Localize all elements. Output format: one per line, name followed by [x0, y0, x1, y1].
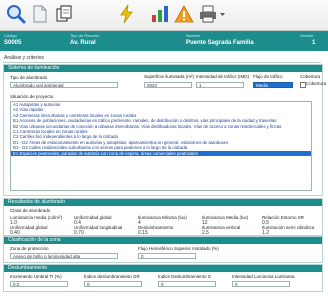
- situation-listbox[interactable]: A1 Autopistas y autovías A2 Vías rápidas…: [10, 101, 312, 191]
- glare-label: Intensidad Luminosa Luminaria: [232, 274, 295, 279]
- panel-title: Clasificación de la zona: [4, 237, 322, 244]
- traffic-flow-select[interactable]: Medio: [253, 82, 293, 88]
- zone-panel: Clasificación de la zona Zona de protecc…: [3, 236, 323, 263]
- surface-input[interactable]: 0020: [144, 82, 192, 88]
- traffic-intensity-input[interactable]: 1: [196, 82, 244, 88]
- lightning-icon[interactable]: [117, 4, 137, 24]
- situation-label: Situación de proyecto: [10, 94, 54, 99]
- upward-flux-input[interactable]: 0: [138, 253, 196, 259]
- traffic-flow-value: Medio: [256, 83, 269, 88]
- surface-label: Superficie iluminada (m²): [144, 74, 195, 79]
- coverage-checkbox-label: Cobertura: [306, 81, 327, 86]
- lighting-system-panel: Sistema de iluminación Tipo de alumbrado…: [3, 64, 327, 196]
- glare-panel: Deslumbramiento Incremento Umbral TI (%)…: [3, 264, 323, 292]
- traffic-intensity-label: Intensidad de tráfico (IMD): [196, 74, 250, 79]
- glare-label: Índice Deslumbramiento G: [158, 274, 212, 279]
- result-label: Iluminancia Media (lux): [202, 215, 249, 220]
- surface-value: 0020: [147, 83, 158, 88]
- name-value: Puente Sagrada Familia: [186, 40, 254, 46]
- protection-zone-label: Zona de protección: [10, 246, 49, 251]
- traffic-intensity-value: 1: [199, 83, 202, 88]
- glare-value: 0.2: [13, 282, 20, 287]
- name-label: Nombre: [186, 33, 201, 38]
- lighting-type-select[interactable]: Alumbrado vial ambiental: [10, 82, 118, 88]
- toolbar: [0, 0, 328, 31]
- version-value: 1: [312, 40, 316, 46]
- printer-icon[interactable]: [198, 4, 218, 24]
- traffic-flow-label: Flujo de tráfico: [253, 74, 283, 79]
- result-label: Iluminancia Mínima (lux): [138, 215, 187, 220]
- list-item-selected[interactable]: E1 Espacios peatonales, paradas de autob…: [11, 150, 311, 156]
- panel-title: Deslumbramiento: [4, 265, 322, 272]
- code-label: Código: [4, 33, 17, 38]
- protection-zone-select[interactable]: Anexo de brillo o luminosidad alta: [10, 253, 118, 259]
- breadcrumb[interactable]: Análisis y criterios: [4, 55, 44, 61]
- glare-input[interactable]: 0: [158, 281, 216, 287]
- lighting-type-label: Tipo de alumbrado: [10, 75, 48, 80]
- protection-zone-value: Anexo de brillo o luminosidad alta: [13, 254, 81, 259]
- glare-input[interactable]: 0: [84, 281, 142, 287]
- type-value: Av. Rural: [70, 40, 96, 46]
- glare-label: Índice deslumbramiento GR: [84, 274, 140, 279]
- chart-icon[interactable]: [150, 4, 170, 24]
- glare-input[interactable]: 0.2: [10, 281, 68, 287]
- glare-label: Incremento Umbral TI (%): [10, 274, 62, 279]
- warning-icon[interactable]: [174, 4, 194, 24]
- chevron-down-icon[interactable]: [220, 12, 225, 16]
- result-label: Luminancia media (cd/m²): [10, 215, 63, 220]
- lighting-class-label: Clase de alumbrado: [10, 208, 51, 213]
- glare-value: 0: [161, 282, 164, 287]
- panel-title: Resultados de alumbrado: [4, 199, 322, 206]
- copy-icon[interactable]: [54, 4, 74, 24]
- document-icon[interactable]: [30, 4, 50, 24]
- upward-flux-label: Flujo Hemisférico Superior Instalado (%): [138, 246, 219, 251]
- search-icon[interactable]: [6, 4, 26, 24]
- coverage-label: Cobertura: [300, 74, 321, 79]
- list-item[interactable]: B1 Accesos de poblaciones, ciudadanías e…: [11, 118, 311, 123]
- code-value: S0005: [4, 40, 22, 46]
- panel-title: Sistema de iluminación: [4, 65, 322, 72]
- upward-flux-value: 0: [141, 254, 144, 259]
- glare-value: 0: [235, 282, 238, 287]
- divider: [3, 62, 321, 63]
- glare-input[interactable]: 0: [232, 281, 290, 287]
- results-panel: Resultados de alumbrado Clase de alumbra…: [3, 198, 323, 236]
- type-label: Tipo de Recurso: [70, 33, 100, 38]
- result-label: Iluminación semi cilindrica: [262, 225, 315, 230]
- glare-value: 0: [87, 282, 90, 287]
- lighting-type-value: Alumbrado vial ambiental: [13, 83, 64, 88]
- version-label: Versión: [300, 33, 314, 38]
- record-header: Código S0005 Tipo de Recurso Av. Rural N…: [0, 31, 328, 51]
